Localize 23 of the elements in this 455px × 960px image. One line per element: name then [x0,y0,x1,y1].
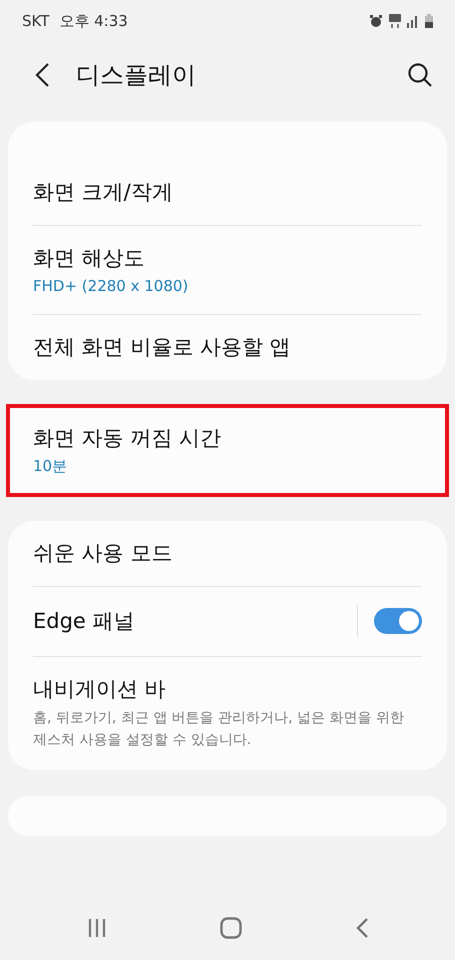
setting-title[interactable]: 내비게이션 바 [33,675,422,703]
rounded-square-icon [220,916,242,938]
setting-title[interactable]: 전체 화면 비율로 사용할 앱 [33,333,422,361]
carrier: SKT [22,12,50,30]
back-icon [34,62,50,88]
setting-value: FHD+ (2280 x 1080) [33,277,190,295]
setting-value: 10분 [33,457,68,476]
search-icon [407,62,433,88]
setting-title[interactable]: 화면 크게/작게 [33,178,422,206]
battery-icon [425,14,433,28]
setting-title[interactable]: 쉬운 사용 모드 [33,539,422,567]
alarm-icon [369,14,383,28]
back-icon [354,916,368,938]
three-bars-icon [86,918,106,938]
toggle-switch[interactable] [374,608,422,634]
setting-title[interactable]: 화면 해상도 [33,244,422,272]
setting-title[interactable]: Edge 패널 [33,607,341,635]
signal-icon [407,14,419,28]
page-title: 디스플레이 [76,60,196,91]
network-icon [389,14,401,28]
setting-description: 홈, 뒤로가기, 최근 앱 버튼을 관리하거나, 넓은 화면을 위한 제스처 사용을 설정할 수 있습니다. [33,709,405,750]
setting-title[interactable]: 화면 자동 꺼짐 시간 [33,424,422,452]
clock: 오후 4:33 [59,12,128,30]
